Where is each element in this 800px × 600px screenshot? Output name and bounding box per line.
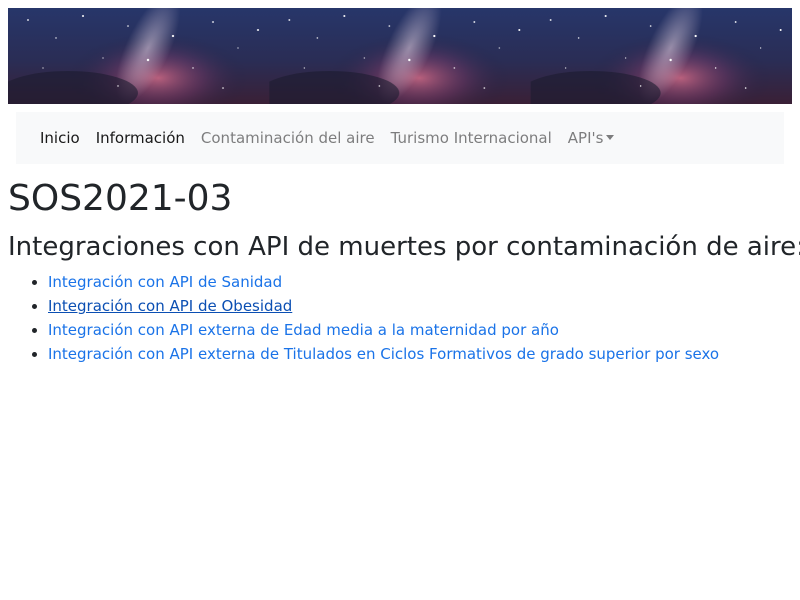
- nav-turismo-internacional[interactable]: Turismo Internacional: [383, 129, 560, 147]
- page-title: SOS2021-03: [8, 178, 233, 219]
- section-heading: Integraciones con API de muertes por con…: [8, 232, 800, 262]
- list-item: Integración con API de Sanidad: [48, 270, 719, 294]
- nav-apis-label: API's: [567, 129, 604, 147]
- caret-down-icon: [606, 134, 615, 140]
- nav-apis-dropdown[interactable]: API's: [560, 129, 623, 147]
- list-item: Integración con API de Obesidad: [48, 294, 719, 318]
- list-item: Integración con API externa de Titulados…: [48, 342, 719, 366]
- nav-contaminacion-del-aire[interactable]: Contaminación del aire: [193, 129, 383, 147]
- list-item: Integración con API externa de Edad medi…: [48, 318, 719, 342]
- nav-informacion[interactable]: Información: [88, 129, 193, 147]
- main-navbar: Inicio Información Contaminación del air…: [16, 112, 784, 164]
- header-banner-image: [8, 8, 792, 104]
- link-api-edad-media-maternidad[interactable]: Integración con API externa de Edad medi…: [48, 321, 559, 339]
- integration-link-list: Integración con API de Sanidad Integraci…: [8, 270, 719, 366]
- nav-inicio[interactable]: Inicio: [32, 129, 88, 147]
- link-api-titulados-ciclos-formativos[interactable]: Integración con API externa de Titulados…: [48, 345, 719, 363]
- link-api-sanidad[interactable]: Integración con API de Sanidad: [48, 273, 282, 291]
- link-api-obesidad[interactable]: Integración con API de Obesidad: [48, 297, 292, 315]
